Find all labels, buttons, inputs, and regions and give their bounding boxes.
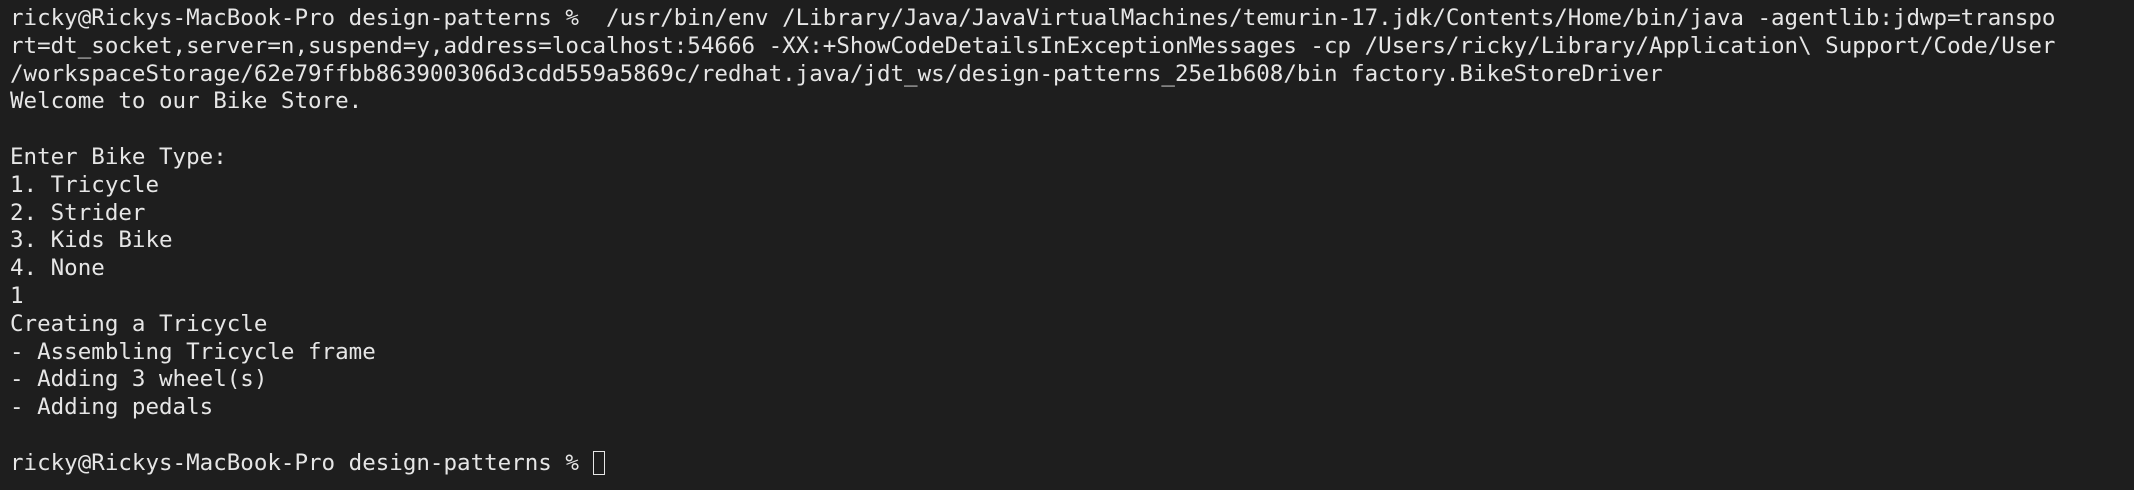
shell-prompt: ricky@Rickys-MacBook-Pro design-patterns… [10, 449, 593, 476]
terminal-line: 2. Strider [10, 199, 146, 226]
terminal-line: - Assembling Tricycle frame [10, 338, 376, 365]
terminal-line: Enter Bike Type: [10, 143, 227, 170]
terminal-line: 3. Kids Bike [10, 227, 173, 254]
terminal-line: /workspaceStorage/62e79ffbb863900306d3cd… [10, 60, 1663, 87]
terminal-output[interactable]: ricky@Rickys-MacBook-Pro design-patterns… [0, 0, 2134, 490]
text-cursor [593, 450, 606, 475]
terminal-line: rt=dt_socket,server=n,suspend=y,address=… [10, 32, 2056, 59]
terminal-line: Creating a Tricycle [10, 310, 268, 337]
terminal-line: 1. Tricycle [10, 171, 160, 198]
terminal-line: ricky@Rickys-MacBook-Pro design-patterns… [10, 5, 2056, 31]
terminal-line: Welcome to our Bike Store. [10, 88, 363, 115]
terminal-line: 1 [10, 282, 24, 309]
terminal-line: 4. None [10, 255, 105, 282]
terminal-line: - Adding 3 wheel(s) [10, 366, 268, 393]
prompt-line[interactable]: ricky@Rickys-MacBook-Pro design-patterns… [10, 450, 2134, 478]
terminal-line: - Adding pedals [10, 394, 214, 421]
